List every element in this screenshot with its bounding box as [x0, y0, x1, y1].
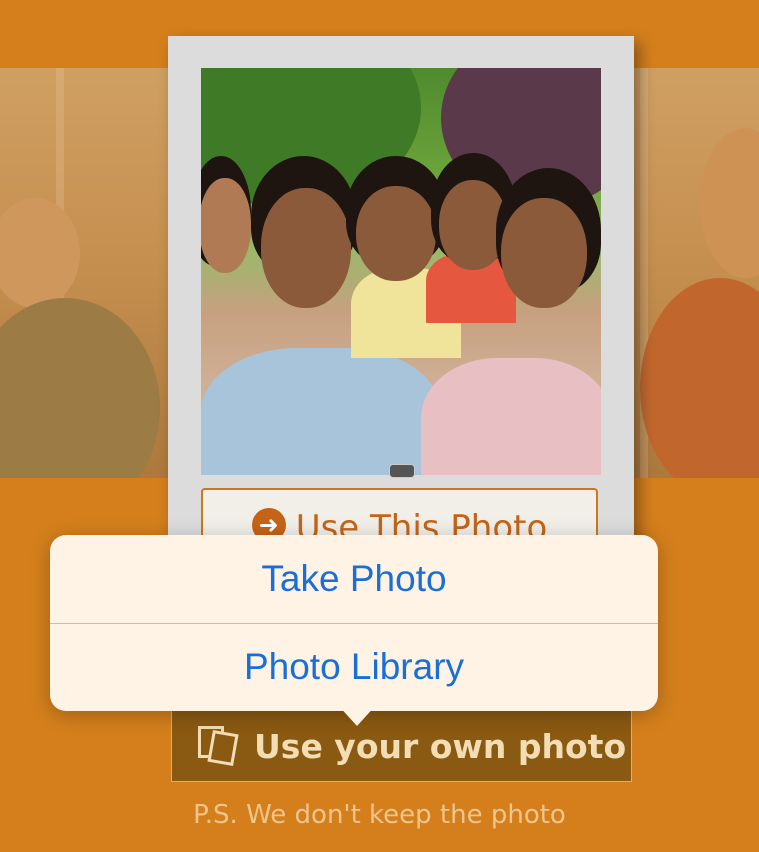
photo-library-label: Photo Library	[243, 646, 465, 687]
photo-stack-icon	[194, 724, 242, 768]
drag-handle[interactable]	[389, 464, 415, 478]
woman-shirt	[421, 358, 601, 475]
person-body	[640, 278, 759, 478]
face	[261, 188, 351, 308]
person-face	[700, 128, 759, 278]
face	[201, 178, 251, 273]
take-photo-label: Take Photo	[261, 558, 447, 599]
person-face	[0, 198, 80, 308]
man-shirt	[201, 348, 441, 475]
sample-family-photo	[201, 68, 601, 475]
face	[356, 186, 436, 281]
use-your-own-photo-label: Use your own photo	[254, 726, 627, 766]
popover-arrow	[337, 704, 377, 726]
photo-library-option[interactable]: Photo Library	[50, 623, 658, 711]
person-body	[0, 298, 160, 478]
use-your-own-photo-button[interactable]: Use your own photo	[171, 710, 632, 782]
take-photo-option[interactable]: Take Photo	[50, 535, 658, 623]
face	[501, 198, 587, 308]
window-frame	[640, 68, 648, 478]
divider	[50, 623, 658, 624]
privacy-note: P.S. We don't keep the photo	[193, 800, 566, 830]
window-frame	[56, 68, 64, 478]
photo-source-popover: Take Photo Photo Library	[50, 535, 658, 711]
